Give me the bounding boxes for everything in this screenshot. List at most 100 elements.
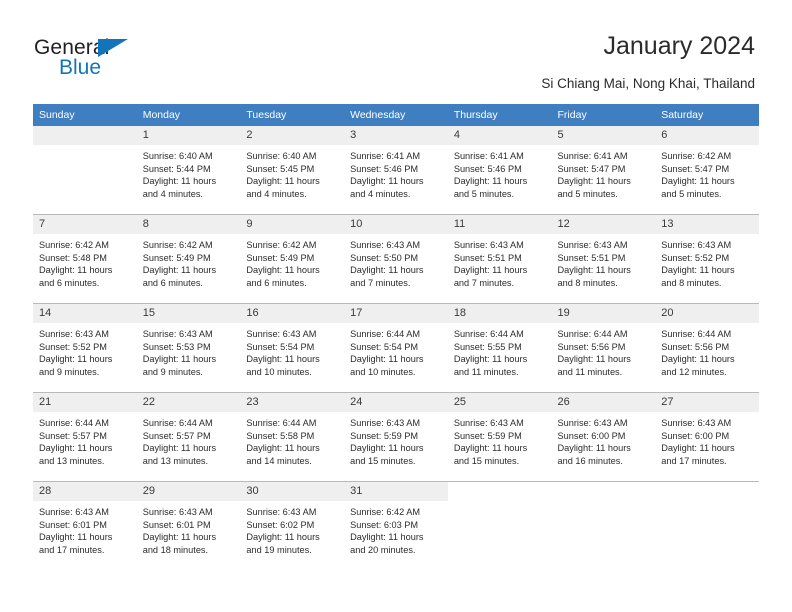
day-number: 24 bbox=[344, 393, 448, 412]
calendar-cell-day-7[interactable]: 7 Sunrise: 6:42 AM Sunset: 5:48 PM Daylight… bbox=[33, 214, 137, 304]
day-number: 21 bbox=[33, 393, 137, 412]
sunrise-text: Sunrise: 6:40 AM bbox=[142, 151, 213, 161]
daylight-text: and 4 minutes. bbox=[350, 188, 411, 199]
calendar-cell-day-15[interactable]: 15 Sunrise: 6:43 AM Sunset: 5:53 PM Dayligh… bbox=[136, 303, 241, 393]
daylight-text: and 8 minutes. bbox=[557, 277, 618, 288]
sunrise-text: Sunrise: 6:42 AM bbox=[246, 240, 317, 250]
weekday-header-saturday: Saturday bbox=[655, 104, 759, 126]
sunrise-text: Sunrise: 6:44 AM bbox=[661, 329, 732, 339]
calendar-cell-empty bbox=[551, 481, 656, 570]
calendar-cell-day-27[interactable]: 27 Sunrise: 6:43 AM Sunset: 6:00 PM Dayligh… bbox=[655, 392, 759, 482]
sunset-text: Sunset: 6:00 PM bbox=[661, 430, 730, 441]
calendar-week-row: 28 Sunrise: 6:43 AM Sunset: 6:01 PM Dayligh… bbox=[33, 481, 759, 570]
calendar-cell-day-6[interactable]: 6 Sunrise: 6:42 AM Sunset: 5:47 PM Daylight… bbox=[655, 126, 759, 215]
sunrise-text: Sunrise: 6:43 AM bbox=[246, 507, 317, 517]
calendar-cell-day-20[interactable]: 20 Sunrise: 6:44 AM Sunset: 5:56 PM Dayligh… bbox=[655, 303, 759, 393]
calendar-cell-day-4[interactable]: 4 Sunrise: 6:41 AM Sunset: 5:46 PM Daylight… bbox=[447, 126, 552, 215]
calendar-cell-day-16[interactable]: 16 Sunrise: 6:43 AM Sunset: 5:54 PM Dayligh… bbox=[240, 303, 345, 393]
sunrise-text: Sunrise: 6:43 AM bbox=[142, 329, 213, 339]
sunset-text: Sunset: 5:46 PM bbox=[350, 163, 419, 174]
day-number: 5 bbox=[551, 126, 656, 145]
calendar-cell-day-29[interactable]: 29 Sunrise: 6:43 AM Sunset: 6:01 PM Dayligh… bbox=[136, 481, 241, 570]
daylight-text: Daylight: 11 hours bbox=[350, 354, 424, 365]
sunset-text: Sunset: 5:54 PM bbox=[246, 341, 315, 352]
sunset-text: Sunset: 5:52 PM bbox=[39, 341, 107, 352]
sunset-text: Sunset: 5:45 PM bbox=[246, 163, 315, 174]
daylight-text: and 13 minutes. bbox=[39, 455, 105, 466]
day-number: 23 bbox=[240, 393, 345, 412]
day-sun-info: Sunrise: 6:42 AM Sunset: 6:03 PM Daylight:… bbox=[344, 501, 448, 556]
sunset-text: Sunset: 5:52 PM bbox=[661, 252, 730, 263]
daylight-text: and 15 minutes. bbox=[453, 455, 520, 466]
day-number: 6 bbox=[655, 126, 759, 145]
calendar-cell-day-17[interactable]: 17 Sunrise: 6:44 AM Sunset: 5:54 PM Dayligh… bbox=[344, 303, 448, 393]
sunrise-text: Sunrise: 6:41 AM bbox=[350, 151, 421, 161]
daylight-text: Daylight: 11 hours bbox=[557, 354, 631, 365]
daylight-text: and 20 minutes. bbox=[350, 544, 416, 555]
calendar-cell-day-3[interactable]: 3 Sunrise: 6:41 AM Sunset: 5:46 PM Daylight… bbox=[344, 126, 448, 215]
sunrise-text: Sunrise: 6:42 AM bbox=[39, 240, 109, 250]
calendar-cell-day-11[interactable]: 11 Sunrise: 6:43 AM Sunset: 5:51 PM Dayligh… bbox=[447, 214, 552, 304]
calendar-cell-day-31[interactable]: 31 Sunrise: 6:42 AM Sunset: 6:03 PM Dayligh… bbox=[344, 481, 448, 570]
calendar-cell-day-24[interactable]: 24 Sunrise: 6:43 AM Sunset: 5:59 PM Dayligh… bbox=[344, 392, 448, 482]
day-sun-info: Sunrise: 6:43 AM Sunset: 5:50 PM Daylight:… bbox=[344, 234, 448, 289]
calendar-header-row: Sunday Monday Tuesday Wednesday Thursday… bbox=[33, 104, 759, 126]
sunrise-text: Sunrise: 6:44 AM bbox=[557, 329, 628, 339]
triangle-icon bbox=[98, 39, 128, 57]
calendar-cell-day-25[interactable]: 25 Sunrise: 6:43 AM Sunset: 5:59 PM Dayligh… bbox=[447, 392, 552, 482]
calendar-cell-day-13[interactable]: 13 Sunrise: 6:43 AM Sunset: 5:52 PM Dayligh… bbox=[655, 214, 759, 304]
calendar-cell-day-2[interactable]: 2 Sunrise: 6:40 AM Sunset: 5:45 PM Daylight… bbox=[240, 126, 345, 215]
daylight-text: and 5 minutes. bbox=[661, 188, 722, 199]
day-sun-info: Sunrise: 6:43 AM Sunset: 5:59 PM Daylight:… bbox=[344, 412, 448, 467]
calendar-cell-day-23[interactable]: 23 Sunrise: 6:44 AM Sunset: 5:58 PM Dayligh… bbox=[240, 392, 345, 482]
calendar-body: 1 Sunrise: 6:40 AM Sunset: 5:44 PM Daylight… bbox=[33, 126, 759, 570]
day-sun-info: Sunrise: 6:44 AM Sunset: 5:57 PM Daylight:… bbox=[33, 412, 137, 467]
daylight-text: Daylight: 11 hours bbox=[557, 443, 631, 454]
day-sun-info: Sunrise: 6:40 AM Sunset: 5:45 PM Daylight:… bbox=[240, 145, 344, 200]
sunrise-text: Sunrise: 6:43 AM bbox=[661, 240, 732, 250]
calendar-cell-day-9[interactable]: 9 Sunrise: 6:42 AM Sunset: 5:49 PM Daylight… bbox=[240, 214, 345, 304]
weekday-header-wednesday: Wednesday bbox=[344, 104, 448, 126]
daylight-text: Daylight: 11 hours bbox=[453, 354, 528, 365]
calendar-cell-day-19[interactable]: 19 Sunrise: 6:44 AM Sunset: 5:56 PM Dayligh… bbox=[551, 303, 656, 393]
sunset-text: Sunset: 6:01 PM bbox=[39, 519, 107, 530]
calendar-cell-day-12[interactable]: 12 Sunrise: 6:43 AM Sunset: 5:51 PM Dayligh… bbox=[551, 214, 656, 304]
daylight-text: Daylight: 11 hours bbox=[246, 265, 320, 276]
daylight-text: and 7 minutes. bbox=[453, 277, 515, 288]
daylight-text: Daylight: 11 hours bbox=[142, 265, 217, 276]
sunrise-text: Sunrise: 6:43 AM bbox=[453, 240, 524, 250]
sunset-text: Sunset: 5:56 PM bbox=[661, 341, 730, 352]
day-sun-info: Sunrise: 6:42 AM Sunset: 5:49 PM Daylight:… bbox=[240, 234, 344, 289]
sunset-text: Sunset: 5:53 PM bbox=[142, 341, 211, 352]
day-number: 13 bbox=[655, 215, 759, 234]
daylight-text: and 5 minutes. bbox=[453, 188, 515, 199]
daylight-text: and 10 minutes. bbox=[350, 366, 416, 377]
daylight-text: and 6 minutes. bbox=[246, 277, 307, 288]
sunset-text: Sunset: 5:58 PM bbox=[246, 430, 315, 441]
calendar-cell-day-30[interactable]: 30 Sunrise: 6:43 AM Sunset: 6:02 PM Dayligh… bbox=[240, 481, 345, 570]
calendar-cell-day-10[interactable]: 10 Sunrise: 6:43 AM Sunset: 5:50 PM Dayligh… bbox=[344, 214, 448, 304]
day-sun-info: Sunrise: 6:44 AM Sunset: 5:57 PM Daylight:… bbox=[137, 412, 241, 467]
calendar-cell-day-28[interactable]: 28 Sunrise: 6:43 AM Sunset: 6:01 PM Dayligh… bbox=[33, 481, 137, 570]
calendar-cell-day-1[interactable]: 1 Sunrise: 6:40 AM Sunset: 5:44 PM Daylight… bbox=[136, 126, 241, 215]
calendar-cell-day-18[interactable]: 18 Sunrise: 6:44 AM Sunset: 5:55 PM Dayligh… bbox=[447, 303, 552, 393]
daylight-text: and 18 minutes. bbox=[142, 544, 209, 555]
daylight-text: Daylight: 11 hours bbox=[661, 176, 735, 187]
calendar-cell-day-8[interactable]: 8 Sunrise: 6:42 AM Sunset: 5:49 PM Daylight… bbox=[136, 214, 241, 304]
day-number bbox=[448, 482, 552, 501]
calendar-cell-day-14[interactable]: 14 Sunrise: 6:43 AM Sunset: 5:52 PM Dayligh… bbox=[33, 303, 137, 393]
calendar-cell-day-21[interactable]: 21 Sunrise: 6:44 AM Sunset: 5:57 PM Dayligh… bbox=[33, 392, 137, 482]
day-number: 9 bbox=[240, 215, 345, 234]
page-header: General Blue January 2024 Si Chiang Mai,… bbox=[0, 0, 792, 100]
calendar-cell-day-26[interactable]: 26 Sunrise: 6:43 AM Sunset: 6:00 PM Dayligh… bbox=[551, 392, 656, 482]
sunrise-text: Sunrise: 6:44 AM bbox=[246, 418, 317, 428]
calendar-page: General Blue January 2024 Si Chiang Mai,… bbox=[0, 0, 792, 612]
general-blue-logo[interactable]: General Blue bbox=[34, 36, 204, 86]
daylight-text: Daylight: 11 hours bbox=[661, 354, 735, 365]
calendar-cell-day-22[interactable]: 22 Sunrise: 6:44 AM Sunset: 5:57 PM Dayligh… bbox=[136, 392, 241, 482]
calendar-cell-day-5[interactable]: 5 Sunrise: 6:41 AM Sunset: 5:47 PM Daylight… bbox=[551, 126, 656, 215]
weekday-header-sunday: Sunday bbox=[33, 104, 137, 126]
day-number: 26 bbox=[551, 393, 656, 412]
daylight-text: and 6 minutes. bbox=[39, 277, 100, 288]
day-sun-info: Sunrise: 6:44 AM Sunset: 5:55 PM Daylight:… bbox=[448, 323, 552, 378]
